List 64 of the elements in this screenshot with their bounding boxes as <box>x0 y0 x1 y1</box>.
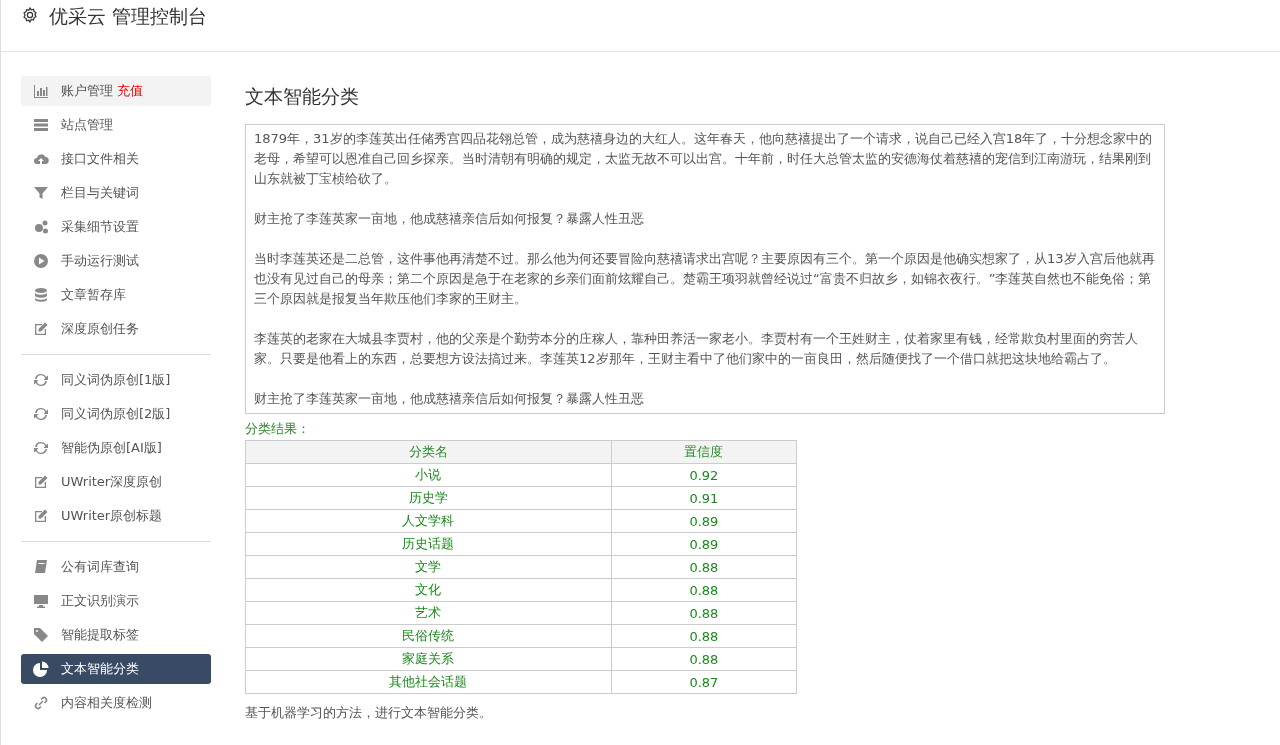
sidebar-item[interactable]: 文本智能分类 <box>21 654 211 684</box>
edit-icon <box>33 321 49 337</box>
column-header: 分类名 <box>245 440 612 464</box>
description-text: 基于机器学习的方法，进行文本智能分类。 <box>245 704 493 722</box>
table-cell: 小说 <box>245 463 612 487</box>
table-cell: 其他社会话题 <box>245 670 612 694</box>
table-cell: 历史学 <box>245 486 612 510</box>
table-cell: 0.89 <box>611 532 797 556</box>
sidebar-item[interactable]: 智能伪原创[AI版] <box>21 433 211 463</box>
sidebar-item[interactable]: 站点管理 <box>21 110 211 140</box>
link-icon <box>33 695 49 711</box>
tag-icon <box>33 627 49 643</box>
text-input[interactable]: 1879年，31岁的李莲英出任储秀宫四品花翎总管，成为慈禧身边的大红人。这年春天，他向慈禧提出了一个请求，说自己已经入宫18年了，十分想念家中的老母，希望可以恩准自己回乡探亲。当时清朝有明确的规定，太监无故不可以出宫。十年前，时任大总管太监的安德海仗着慈禧的宠信到江南游玩，结果刚到山东就被丁宝桢给砍了。 财主抢了李莲英家一亩地，他成慈禧亲信后如何报复？暴露人性丑恶 当时李莲英还是二总管，这件事他再清楚不过。那么他为何还要冒险向慈禧请求出宫呢？主要原因有三个。第一个原因是他确实想家了，从13岁入宫后他就再也没有见过自己的母亲；第二个原因是急于在老家的乡亲们面前炫耀自己。楚霸王项羽就曾经说过“富贵不归故乡，如锦衣夜行。”李莲英自然也不能免俗；第三个原因就是报复当年欺压他们李家的王财主。 李莲英的老家在大城县李贾村，他的父亲是个勤劳本分的庄稼人，靠种田养活一家老小。李贾村有一个王姓财主，仗着家里有钱，经常欺负村里面的穷苦人家。只要是他看上的东西，总要想方设法搞过来。李莲英12岁那年，王财主看中了他们家中的一亩良田，然后随便找了一个借口就把这块地给霸占了。 财主抢了李莲英家一亩地，他成慈禧亲信后如何报复？暴露人性丑恶 <box>245 124 1165 414</box>
table-cell: 0.89 <box>611 509 797 533</box>
sidebar-item[interactable]: UWriter深度原创 <box>21 467 211 497</box>
play-icon <box>33 253 49 269</box>
settings-icon <box>21 6 39 24</box>
sidebar-item[interactable]: 智能提取标签 <box>21 620 211 650</box>
sidebar-item[interactable]: 内容相关度检测 <box>21 688 211 718</box>
table-cell: 0.88 <box>611 578 797 602</box>
funnel-icon <box>33 185 49 201</box>
table-cell: 0.88 <box>611 555 797 579</box>
sidebar-item[interactable]: 账户管理 充值 <box>21 76 211 106</box>
table-cell: 0.88 <box>611 601 797 625</box>
sidebar-item[interactable]: 公有词库查询 <box>21 552 211 582</box>
edit-icon <box>33 508 49 524</box>
sidebar-item[interactable]: 正文识别演示 <box>21 586 211 616</box>
sidebar-item[interactable]: 栏目与关键词 <box>21 178 211 208</box>
cloud-upload-icon <box>33 151 49 167</box>
sidebar-item[interactable]: 手动运行测试 <box>21 246 211 276</box>
page-title: 文本智能分类 <box>245 84 360 109</box>
database-icon <box>33 287 49 303</box>
table-cell: 人文学科 <box>245 509 612 533</box>
table-cell: 0.88 <box>611 624 797 648</box>
sidebar-item[interactable]: 文章暂存库 <box>21 280 211 310</box>
pie-chart-icon <box>33 661 49 677</box>
refresh-icon <box>33 406 49 422</box>
table-cell: 0.87 <box>611 670 797 694</box>
refresh-icon <box>33 372 49 388</box>
table-cell: 家庭关系 <box>245 647 612 671</box>
sidebar-item[interactable]: 接口文件相关 <box>21 144 211 174</box>
sidebar-item[interactable]: 同义词伪原创[2版] <box>21 399 211 429</box>
sidebar-item[interactable]: 同义词伪原创[1版] <box>21 365 211 395</box>
server-icon <box>33 117 49 133</box>
sidebar-item[interactable]: UWriter原创标题 <box>21 501 211 531</box>
edit-icon <box>33 474 49 490</box>
refresh-icon <box>33 440 49 456</box>
table-cell: 0.88 <box>611 647 797 671</box>
bar-chart-icon <box>33 83 49 99</box>
table-cell: 0.92 <box>611 463 797 487</box>
monitor-icon <box>33 593 49 609</box>
result-label: 分类结果： <box>245 420 311 438</box>
app-title: 优采云 管理控制台 <box>49 4 208 29</box>
recharge-link[interactable]: 充值 <box>117 82 143 100</box>
table-cell: 文化 <box>245 578 612 602</box>
table-cell: 民俗传统 <box>245 624 612 648</box>
table-cell: 艺术 <box>245 601 612 625</box>
column-header: 置信度 <box>611 440 797 464</box>
book-icon <box>33 559 49 575</box>
table-cell: 文学 <box>245 555 612 579</box>
sidebar-item[interactable]: 深度原创任务 <box>21 314 211 344</box>
table-cell: 0.91 <box>611 486 797 510</box>
table-cell: 历史话题 <box>245 532 612 556</box>
sidebar-item[interactable]: 采集细节设置 <box>21 212 211 242</box>
